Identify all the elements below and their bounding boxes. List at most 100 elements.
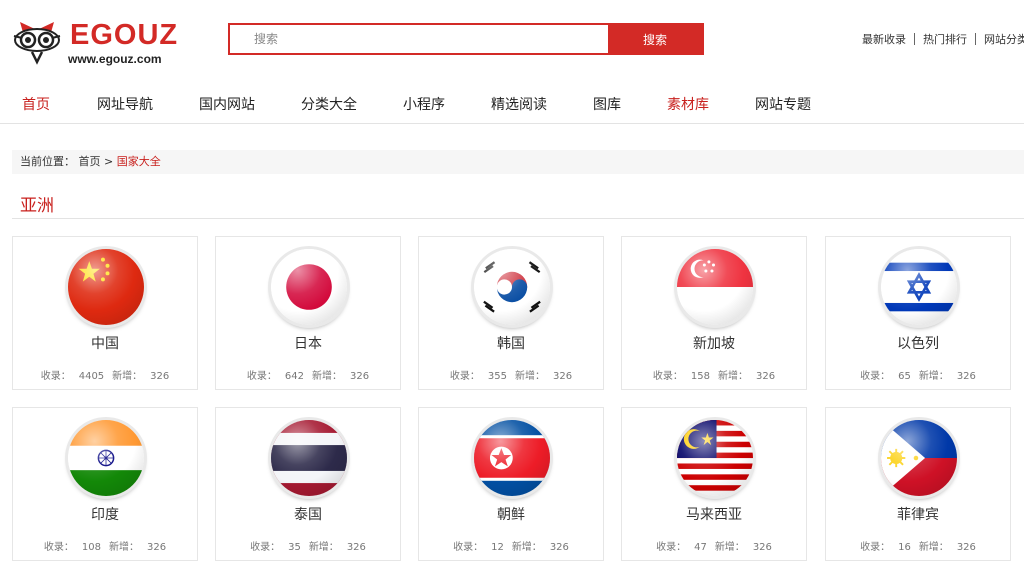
- count-label: 收录：: [860, 371, 891, 382]
- country-card[interactable]: 日本收录： 642 新增： 326: [215, 236, 401, 390]
- count-label: 收录：: [40, 371, 71, 382]
- new-value: 326: [756, 371, 776, 382]
- nav-item-mini-programs[interactable]: 小程序: [403, 94, 445, 114]
- new-label: 新增：: [109, 542, 139, 553]
- country-card[interactable]: 以色列收录： 65 新增： 326: [825, 236, 1011, 390]
- new-stat: 新增： 326: [718, 371, 775, 382]
- nav-item-domestic[interactable]: 国内网站: [199, 94, 255, 114]
- country-name[interactable]: 印度: [13, 504, 197, 524]
- new-stat: 新增： 326: [715, 542, 772, 553]
- new-value: 326: [752, 542, 772, 553]
- country-name[interactable]: 韩国: [419, 333, 603, 353]
- il-flag-icon[interactable]: [881, 249, 957, 325]
- nav-item-topics[interactable]: 网站专题: [755, 94, 811, 114]
- count-stat: 收录： 16: [860, 542, 911, 553]
- new-label: 新增：: [112, 371, 143, 382]
- new-stat: 新增： 326: [109, 542, 166, 553]
- count-stat: 收录： 35: [250, 542, 301, 553]
- count-stat: 收录： 65: [860, 371, 911, 382]
- country-card[interactable]: 朝鲜收录： 12 新增： 326: [418, 407, 604, 561]
- count-stat: 收录： 47: [656, 542, 707, 553]
- new-label: 新增：: [515, 371, 545, 382]
- country-card[interactable]: 中国收录： 4405 新增： 326: [12, 236, 198, 390]
- country-card[interactable]: 菲律宾收录： 16 新增： 326: [825, 407, 1011, 561]
- country-name[interactable]: 马来西亚: [622, 504, 806, 524]
- nav-item-directory[interactable]: 网址导航: [97, 94, 153, 114]
- country-card[interactable]: 新加坡收录： 158 新增： 326: [621, 236, 807, 390]
- nav-item-reading[interactable]: 精选阅读: [491, 94, 547, 114]
- new-value: 326: [150, 371, 170, 382]
- country-name[interactable]: 日本: [216, 333, 400, 353]
- new-stat: 新增： 326: [312, 371, 369, 382]
- new-stat: 新增： 326: [309, 542, 366, 553]
- country-card[interactable]: 印度 收录： 108 新增： 326: [12, 407, 198, 561]
- jp-flag-icon[interactable]: [271, 249, 347, 325]
- country-card[interactable]: 马来西亚收录： 47 新增： 326: [621, 407, 807, 561]
- site-logo[interactable]: EGOUZ www.egouz.com: [10, 16, 180, 68]
- count-label: 收录：: [250, 542, 281, 553]
- nav-item-categories[interactable]: 分类大全: [301, 94, 357, 114]
- count-label: 收录：: [246, 371, 277, 382]
- country-card[interactable]: 韩国收录： 355 新增： 326: [418, 236, 604, 390]
- nav-item-gallery[interactable]: 图库: [593, 94, 621, 114]
- sg-flag-icon[interactable]: [677, 249, 753, 325]
- count-stat: 收录： 12: [453, 542, 504, 553]
- new-stat: 新增： 326: [515, 371, 572, 382]
- new-stat: 新增： 326: [919, 542, 976, 553]
- count-label: 收录：: [652, 371, 683, 382]
- my-flag-icon[interactable]: [677, 420, 753, 496]
- country-name[interactable]: 菲律宾: [826, 504, 1010, 524]
- country-stats: 收录： 355 新增： 326: [419, 367, 603, 382]
- country-name[interactable]: 泰国: [216, 504, 400, 524]
- count-value: 12: [491, 542, 504, 553]
- country-name[interactable]: 新加坡: [622, 333, 806, 353]
- country-card[interactable]: 泰国收录： 35 新增： 326: [215, 407, 401, 561]
- logo-text: EGOUZ: [70, 19, 179, 51]
- count-stat: 收录： 158: [653, 371, 710, 382]
- nav-item-materials[interactable]: 素材库: [667, 94, 709, 114]
- count-value: 35: [288, 542, 301, 553]
- new-value: 326: [549, 542, 569, 553]
- count-value: 4405: [78, 371, 105, 382]
- th-flag-icon[interactable]: [271, 420, 347, 496]
- count-label: 收录：: [656, 542, 687, 553]
- count-label: 收录：: [449, 371, 480, 382]
- count-stat: 收录： 642: [247, 371, 304, 382]
- cn-flag-icon[interactable]: [68, 249, 144, 325]
- new-value: 326: [956, 542, 976, 553]
- country-stats: 收录： 108 新增： 326: [13, 538, 197, 553]
- country-stats: 收录： 12 新增： 326: [419, 538, 603, 553]
- count-stat: 收录： 355: [450, 371, 507, 382]
- hot-ranking-link[interactable]: 热门排行: [923, 31, 967, 47]
- search-button[interactable]: 搜索: [608, 25, 702, 53]
- new-stat: 新增： 326: [512, 542, 569, 553]
- top-links: 最新收录 热门排行 网站分类: [862, 31, 1024, 47]
- latest-link[interactable]: 最新收录: [862, 31, 906, 47]
- ph-flag-icon[interactable]: [881, 420, 957, 496]
- count-value: 108: [81, 542, 101, 553]
- search-input[interactable]: [230, 25, 608, 53]
- kr-flag-icon[interactable]: [474, 249, 550, 325]
- count-label: 收录：: [860, 542, 891, 553]
- country-stats: 收录： 65 新增： 326: [826, 367, 1010, 382]
- new-label: 新增：: [918, 542, 949, 553]
- kp-flag-icon[interactable]: [474, 420, 550, 496]
- country-name[interactable]: 朝鲜: [419, 504, 603, 524]
- section-divider: [12, 218, 1024, 219]
- in-flag-icon[interactable]: [68, 420, 144, 496]
- breadcrumb: 当前位置： 首页 > 国家大全: [12, 150, 1024, 174]
- search-bar: 搜索: [228, 23, 704, 55]
- country-stats: 收录： 4405 新增： 326: [13, 367, 197, 382]
- main-nav: 首页 网址导航 国内网站 分类大全 小程序 精选阅读 图库 素材库 网站专题: [0, 80, 1024, 124]
- new-stat: 新增： 326: [919, 371, 976, 382]
- country-stats: 收录： 35 新增： 326: [216, 538, 400, 553]
- count-value: 355: [487, 371, 507, 382]
- country-name[interactable]: 以色列: [826, 333, 1010, 353]
- site-category-link[interactable]: 网站分类: [984, 31, 1024, 47]
- count-value: 47: [694, 542, 707, 553]
- nav-item-home[interactable]: 首页: [22, 94, 50, 114]
- country-name[interactable]: 中国: [13, 333, 197, 353]
- new-label: 新增：: [718, 371, 748, 382]
- country-stats: 收录： 47 新增： 326: [622, 538, 806, 553]
- breadcrumb-home[interactable]: 首页: [79, 155, 101, 168]
